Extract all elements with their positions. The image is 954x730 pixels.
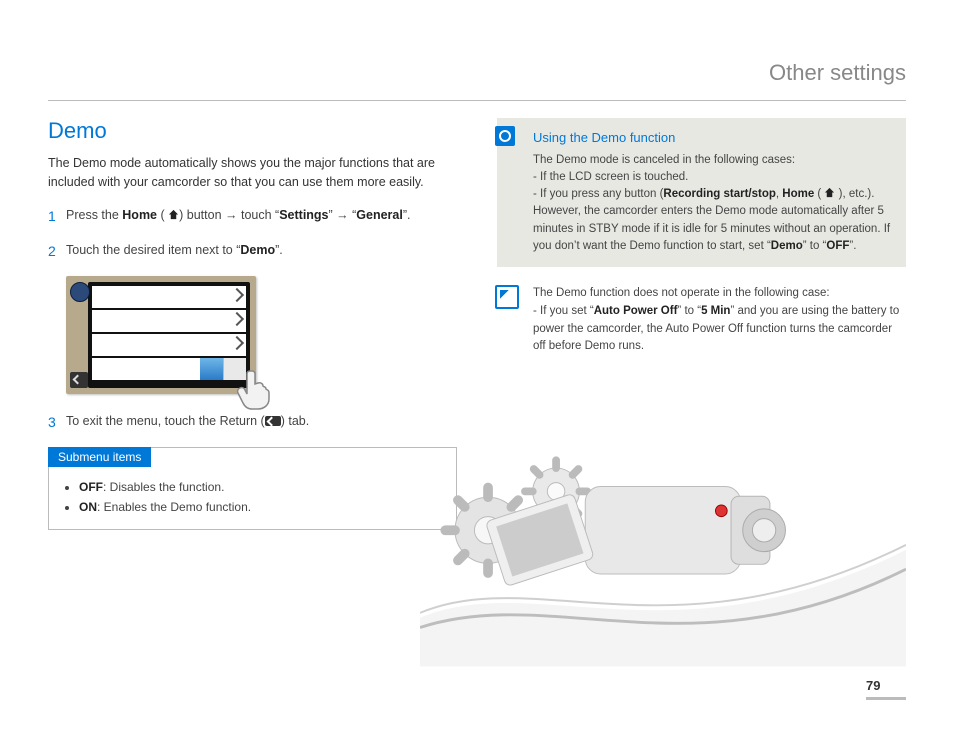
magnifier-icon (495, 126, 515, 146)
note-line: - If the LCD screen is touched. (533, 169, 892, 186)
chevron-right-icon (230, 311, 244, 325)
step-2-text: Touch the desired item next to “Demo”. (66, 241, 457, 262)
submenu-box: Submenu items OFF: Disables the function… (48, 447, 457, 531)
page-number: 79 (866, 678, 906, 700)
chevron-right-icon (230, 335, 244, 349)
submenu-item-off: OFF: Disables the function. (79, 477, 440, 497)
lcd-screen-illustration (66, 276, 256, 394)
intro-paragraph: The Demo mode automatically shows you th… (48, 154, 457, 192)
home-icon (824, 187, 835, 198)
return-icon (70, 372, 88, 388)
step-1-text: Press the Home ( ) button → touch “Setti… (66, 206, 457, 227)
step-number-1: 1 (48, 206, 66, 227)
step-number-2: 2 (48, 241, 66, 262)
info-note-box: Using the Demo function The Demo mode is… (497, 118, 906, 267)
header-divider (48, 100, 906, 101)
note-title: Using the Demo function (533, 128, 892, 148)
touch-hand-icon (232, 363, 280, 416)
step-number-3: 3 (48, 412, 66, 433)
note-line: The Demo mode is canceled in the followi… (533, 152, 892, 169)
submenu-item-on: ON: Enables the Demo function. (79, 497, 440, 517)
note-line: The Demo function does not operate in th… (533, 285, 906, 303)
pencil-icon (495, 285, 519, 309)
note-line: - If you press any button (Recording sta… (533, 186, 892, 255)
home-icon (168, 207, 179, 218)
section-header: Other settings (769, 60, 906, 86)
note-line: - If you set “Auto Power Off” to “5 Min”… (533, 303, 906, 356)
globe-icon (70, 282, 90, 302)
return-tab-icon (265, 416, 281, 426)
caution-note: The Demo function does not operate in th… (497, 285, 906, 356)
chevron-right-icon (230, 287, 244, 301)
page-title: Demo (48, 118, 457, 144)
submenu-heading: Submenu items (48, 447, 151, 467)
